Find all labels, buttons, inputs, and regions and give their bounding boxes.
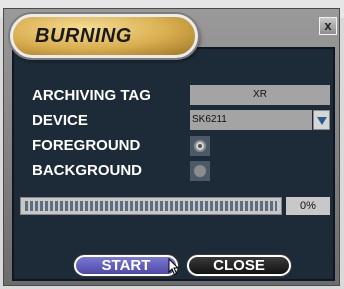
foreground-label: FOREGROUND xyxy=(32,137,141,154)
archiving-tag-label: ARCHIVING TAG xyxy=(32,87,151,104)
mouse-cursor-icon xyxy=(168,258,180,276)
radio-selected-icon xyxy=(194,140,206,152)
close-icon[interactable]: x xyxy=(319,17,337,35)
foreground-radio[interactable] xyxy=(190,136,210,156)
device-label: DEVICE xyxy=(32,112,88,129)
background-radio[interactable] xyxy=(190,161,210,181)
background-label: BACKGROUND xyxy=(32,162,142,179)
device-select[interactable]: SK6211 xyxy=(190,110,312,130)
dialog-title-badge: BURNING xyxy=(10,14,198,58)
close-button[interactable]: CLOSE xyxy=(187,255,291,276)
progress-fill xyxy=(25,201,277,211)
progress-percent: 0% xyxy=(286,197,330,215)
chevron-down-icon[interactable] xyxy=(313,110,330,130)
burn-progress-bar xyxy=(20,197,282,215)
dialog-title: BURNING xyxy=(35,25,132,47)
start-button[interactable]: START xyxy=(74,255,178,276)
radio-unselected-icon xyxy=(194,165,206,177)
archiving-tag-field[interactable]: XR xyxy=(190,85,330,105)
